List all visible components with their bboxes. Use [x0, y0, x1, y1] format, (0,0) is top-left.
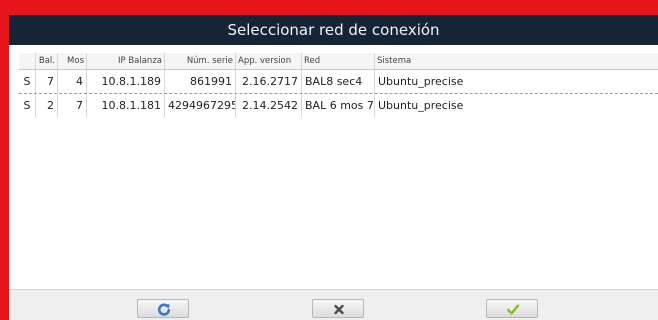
dialog-button-bar	[9, 289, 658, 320]
column-header-network[interactable]: Red	[302, 53, 375, 69]
column-header-ip[interactable]: IP Balanza	[87, 53, 165, 69]
cancel-button[interactable]	[312, 299, 364, 318]
mos-cell: 7	[58, 94, 87, 117]
ip-cell: 10.8.1.181	[87, 94, 165, 117]
row-select-cell: S	[19, 70, 36, 93]
table-row[interactable]: S 2 7 10.8.1.181 4294967295 2.14.2542 BA…	[19, 94, 658, 117]
column-header-mos[interactable]: Mos	[58, 53, 87, 69]
network-selection-dialog: Seleccionar red de conexión Bal. Mos IP …	[9, 15, 658, 320]
refresh-icon	[157, 303, 171, 316]
balance-cell: 2	[36, 94, 58, 117]
column-header-select[interactable]	[19, 53, 36, 69]
app-version-cell: 2.14.2542	[236, 94, 302, 117]
refresh-button[interactable]	[137, 299, 189, 318]
column-header-balance[interactable]: Bal.	[36, 53, 58, 69]
network-cell: BAL 6 mos 7	[302, 94, 375, 117]
system-cell: Ubuntu_precise	[378, 99, 464, 112]
column-header-system[interactable]: Sistema	[375, 53, 658, 69]
row-select-cell: S	[19, 94, 36, 117]
balance-cell: 7	[36, 70, 58, 93]
dialog-frame: Seleccionar red de conexión Bal. Mos IP …	[0, 0, 658, 320]
serial-cell: 4294967295	[165, 94, 236, 117]
serial-cell: 861991	[165, 70, 236, 93]
accept-button[interactable]	[486, 299, 538, 318]
system-cell: Ubuntu_precise	[378, 75, 464, 88]
column-header-serial[interactable]: Núm. serie	[165, 53, 236, 69]
table-row[interactable]: S 7 4 10.8.1.189 861991 2.16.2717 BAL8 s…	[19, 70, 658, 94]
column-header-app-version[interactable]: App. version	[236, 53, 302, 69]
dialog-title: Seleccionar red de conexión	[9, 15, 658, 45]
network-table: Bal. Mos IP Balanza Núm. serie App. vers…	[19, 53, 658, 289]
network-cell: BAL8 sec4	[302, 70, 375, 93]
app-version-cell: 2.16.2717	[236, 70, 302, 93]
checkmark-icon	[507, 304, 520, 315]
ip-cell: 10.8.1.189	[87, 70, 165, 93]
close-icon	[334, 304, 344, 315]
mos-cell: 4	[58, 70, 87, 93]
table-header: Bal. Mos IP Balanza Núm. serie App. vers…	[19, 53, 658, 70]
